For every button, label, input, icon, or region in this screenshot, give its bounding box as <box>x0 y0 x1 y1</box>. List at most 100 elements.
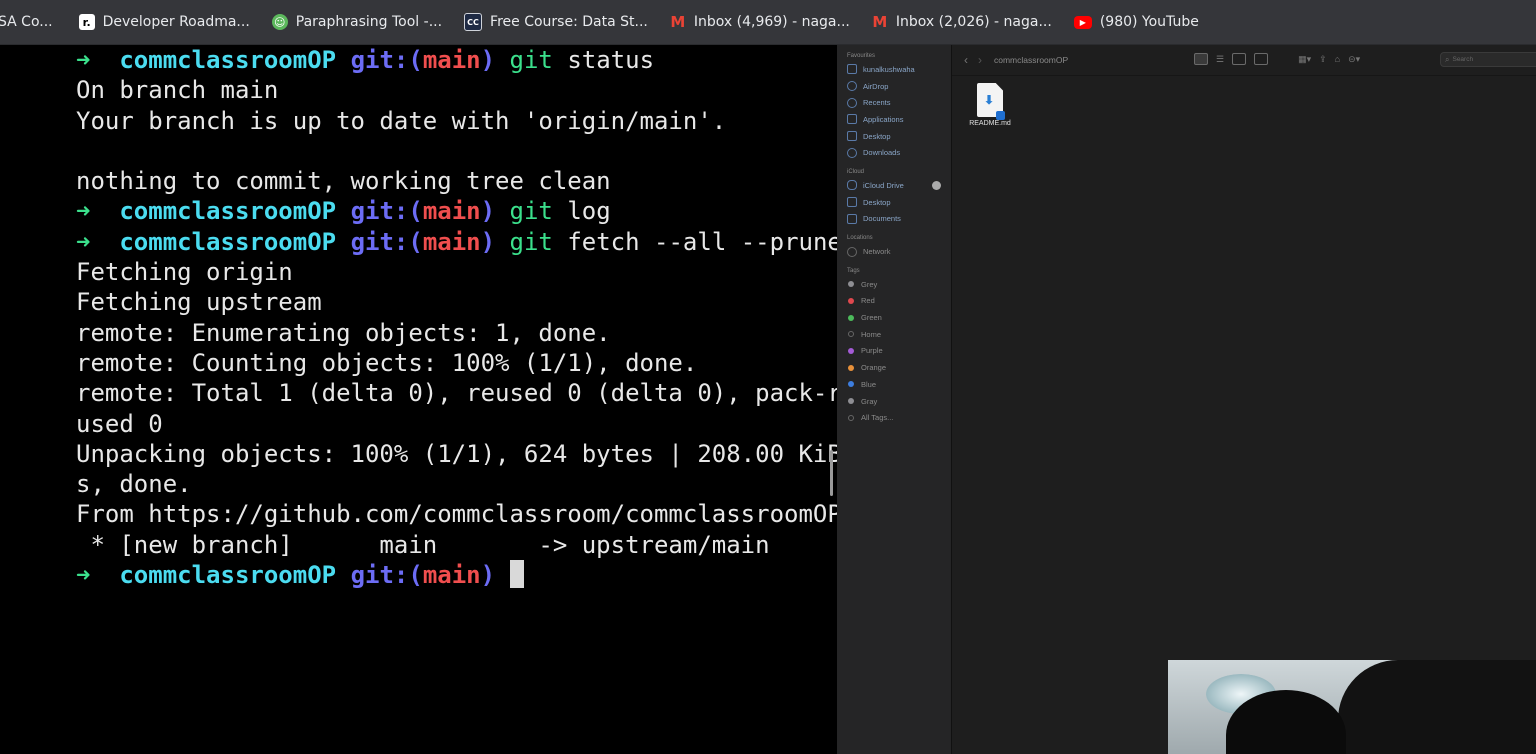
sidebar-item-network[interactable]: Network <box>837 243 951 260</box>
bookmark-label: Developer Roadma... <box>102 14 250 30</box>
prompt-line: ➜ commclassroomOP git:(main) git status <box>76 45 856 75</box>
terminal-cursor[interactable] <box>509 560 524 589</box>
sidebar-item-recents[interactable]: Recents <box>837 94 951 111</box>
bookmark-item[interactable]: M Inbox (4,969) - naga... <box>670 7 849 37</box>
list-view-icon[interactable]: ☰ <box>1216 54 1224 65</box>
sidebar-item-icloud-drive[interactable]: iCloud Drive <box>837 177 951 194</box>
tag-dot-icon <box>848 297 854 304</box>
sidebar-item-documents[interactable]: Documents <box>837 211 951 228</box>
sidebar-item-icloud-desktop[interactable]: Desktop <box>837 194 951 211</box>
sidebar-item-desktop[interactable]: Desktop <box>837 128 951 145</box>
sidebar-tag-red[interactable]: Red <box>837 293 951 310</box>
finder-sidebar: Favourites kunalkushwaha AirDrop Recents… <box>837 45 952 754</box>
desktop-icon <box>847 197 857 208</box>
terminal-scrollbar[interactable] <box>830 450 833 496</box>
output-line: Fetching upstream <box>76 288 322 317</box>
prompt-git-close: ) <box>480 46 496 74</box>
prompt-git: git:( <box>350 46 423 74</box>
finder-window: Favourites kunalkushwaha AirDrop Recents… <box>837 45 1536 754</box>
output-line: remote: Enumerating objects: 1, done. <box>76 318 611 347</box>
bookmark-label: Paraphrasing Tool -... <box>295 14 443 30</box>
bookmark-item[interactable]: ☺ Paraphrasing Tool -... <box>271 7 443 37</box>
sidebar-item-label: Applications <box>863 114 904 124</box>
prompt-dir: commclassroomOP <box>119 197 337 226</box>
sidebar-tag-home[interactable]: Home <box>837 326 951 343</box>
back-icon[interactable]: ‹ <box>964 53 968 67</box>
applications-icon <box>847 114 857 125</box>
tag-label: Blue <box>861 379 877 389</box>
sidebar-heading-tags: Tags <box>847 267 860 274</box>
output-line: used 0 <box>76 409 163 438</box>
column-view-icon[interactable] <box>1232 53 1247 65</box>
gallery-view-icon[interactable] <box>1254 53 1269 65</box>
output-line: nothing to commit, working tree clean <box>76 167 611 196</box>
prompt-arrow-icon: ➜ <box>76 46 91 74</box>
bookmark-item[interactable]: r. Developer Roadma... <box>78 7 250 37</box>
sidebar-item-airdrop[interactable]: AirDrop <box>837 78 951 95</box>
sidebar-item-label: kunalkushwaha <box>863 64 915 74</box>
tag-label: Purple <box>861 346 883 356</box>
tag-label: All Tags... <box>861 413 894 423</box>
robot-icon: ☺ <box>271 14 288 30</box>
prompt-line: ➜ commclassroomOP git:(main) git log <box>76 196 856 226</box>
bookmark-item[interactable]: SA Co... <box>0 7 53 37</box>
document-icon <box>847 213 857 224</box>
download-icon <box>847 147 857 158</box>
desktop-icon <box>847 131 857 142</box>
sidebar-tag-purple[interactable]: Purple <box>837 343 951 360</box>
gmail-icon: M <box>670 13 686 31</box>
prompt-arrow-icon: ➜ <box>76 561 91 590</box>
search-placeholder: Search <box>1452 56 1474 63</box>
download-arrow-icon: ⬇ <box>984 93 995 107</box>
bookmark-label: Inbox (2,026) - naga... <box>895 14 1052 30</box>
output-line: From https://github.com/commclassroom/co… <box>76 500 842 529</box>
sidebar-tag-orange[interactable]: Orange <box>837 359 951 376</box>
sidebar-item-home[interactable]: kunalkushwaha <box>837 61 951 78</box>
forward-icon[interactable]: › <box>978 53 982 67</box>
sidebar-tag-all[interactable]: All Tags... <box>837 409 951 426</box>
group-icon[interactable]: ▦▾ <box>1298 54 1311 65</box>
more-actions-icon[interactable]: ⊝▾ <box>1348 54 1360 65</box>
prompt-git-close: ) <box>480 197 496 226</box>
sidebar-heading-favourites: Favourites <box>847 53 876 59</box>
cc-icon: CC <box>464 13 483 31</box>
tag-dot-icon <box>848 347 854 354</box>
sidebar-tag-grey[interactable]: Grey <box>837 276 951 293</box>
file-item[interactable]: ⬇ README.md <box>965 83 1015 127</box>
prompt-git: git:( <box>350 561 423 590</box>
output-line: remote: Counting objects: 100% (1/1), do… <box>76 348 698 377</box>
sidebar-tag-blue[interactable]: Blue <box>837 376 951 393</box>
output-line: * [new branch] main -> upstream/main <box>76 530 770 559</box>
icon-view-icon[interactable] <box>1194 53 1208 65</box>
command-name: git <box>509 197 553 226</box>
sidebar-item-label: AirDrop <box>863 81 889 91</box>
bookmark-label: Free Course: Data St... <box>490 14 648 30</box>
bookmark-label: (980) YouTube <box>1099 14 1199 30</box>
tag-icon[interactable]: ⌂ <box>1335 54 1340 64</box>
bookmark-item[interactable]: CC Free Course: Data St... <box>464 7 648 37</box>
prompt-arrow-icon: ➜ <box>76 227 91 256</box>
sidebar-item-label: Downloads <box>863 148 901 158</box>
bookmark-item[interactable]: ▶ (980) YouTube <box>1073 7 1199 37</box>
search-field[interactable]: ⌕ Search <box>1440 52 1536 67</box>
sidebar-item-downloads[interactable]: Downloads <box>837 144 951 161</box>
prompt-line: ➜ commclassroomOP git:(main) <box>76 560 856 590</box>
bookmark-item[interactable]: M Inbox (2,026) - naga... <box>872 7 1052 37</box>
prompt-dir: commclassroomOP <box>119 561 337 590</box>
prompt-branch: main <box>422 197 481 226</box>
terminal-window[interactable]: ➜ commclassroomOP git:(main) git status … <box>0 45 856 754</box>
tag-dot-icon <box>848 364 854 371</box>
sidebar-item-label: Documents <box>863 214 901 224</box>
sidebar-tag-gray[interactable]: Gray <box>837 393 951 410</box>
command-args: status <box>552 46 655 74</box>
prompt-git: git:( <box>350 227 423 256</box>
finder-title: commclassroomOP <box>994 55 1069 65</box>
output-line: remote: Total 1 (delta 0), reused 0 (del… <box>76 379 857 408</box>
share-icon[interactable]: ⇪ <box>1319 54 1327 65</box>
file-name: README.md <box>969 120 1011 127</box>
sidebar-item-applications[interactable]: Applications <box>837 111 951 128</box>
tag-dot-icon <box>848 331 854 338</box>
sidebar-tag-green[interactable]: Green <box>837 309 951 326</box>
gmail-icon: M <box>872 13 888 31</box>
